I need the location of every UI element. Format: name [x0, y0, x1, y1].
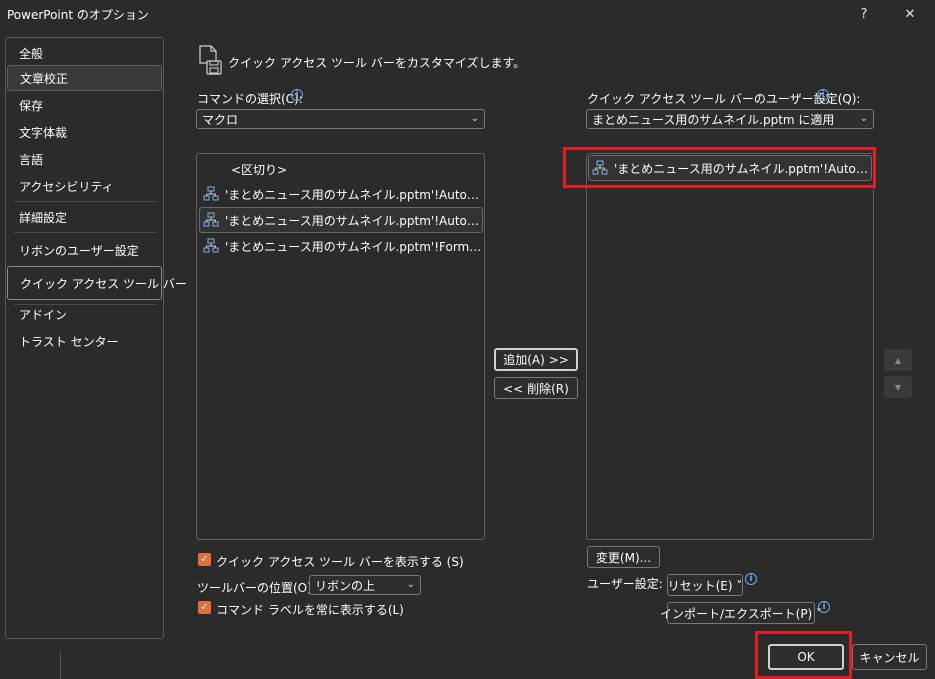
help-button[interactable]: ?	[847, 2, 881, 26]
qat-customize-icon	[199, 45, 222, 75]
user-settings-label: ユーザー設定:	[587, 577, 663, 591]
highlight-box	[755, 631, 852, 679]
show-toolbar-checkbox[interactable]: ✓	[198, 553, 211, 566]
cancel-button[interactable]: キャンセル	[852, 644, 927, 670]
list-item-label: 'まとめニュース用のサムネイル.pptm'!Form…	[225, 239, 482, 254]
list-item-label: 'まとめニュース用のサムネイル.pptm'!Auto…	[225, 187, 479, 202]
arrow-down-icon: ▼	[894, 382, 902, 392]
commands-list[interactable]: <区切り> 'まとめニュース用のサムネイル.pptm'!Auto… 'まとめニュ…	[196, 153, 485, 540]
highlight-box	[563, 147, 876, 188]
sidebar-item-trust-center[interactable]: トラスト センター	[7, 328, 162, 354]
sidebar-item-save[interactable]: 保存	[7, 92, 162, 118]
sidebar-item-customize-ribbon[interactable]: リボンのユーザー設定	[7, 237, 162, 263]
toolbar-position-label: ツールバーの位置(O)	[197, 581, 312, 595]
add-button[interactable]: 追加(A) >>	[494, 348, 578, 371]
customize-dropdown[interactable]: まとめニュース用のサムネイル.pptm に適用 ⌄	[586, 109, 874, 129]
info-icon[interactable]: i	[817, 89, 829, 101]
sidebar-item-language[interactable]: 言語	[7, 146, 162, 172]
sidebar-nav: 全般 文章校正 保存 文字体裁 言語 アクセシビリティ 詳細設定 リボンのユーザ…	[5, 37, 187, 639]
info-icon[interactable]: i	[745, 573, 757, 585]
list-item[interactable]: 'まとめニュース用のサムネイル.pptm'!Auto…	[199, 181, 483, 207]
sidebar-item-accessibility[interactable]: アクセシビリティ	[7, 173, 162, 199]
commands-dropdown-value: マクロ	[202, 112, 239, 127]
macro-icon	[203, 186, 219, 201]
remove-button[interactable]: << 削除(R)	[494, 377, 578, 399]
chevron-down-icon: ⌄	[470, 113, 479, 124]
commands-label: コマンドの選択(C):	[197, 92, 303, 106]
move-up-button[interactable]: ▲	[884, 349, 912, 371]
sidebar-item-general[interactable]: 全般	[7, 40, 162, 66]
always-show-labels-checkbox[interactable]: ✓	[198, 601, 211, 614]
macro-icon	[203, 212, 219, 227]
footer-divider	[60, 651, 61, 679]
close-button[interactable]: ✕	[893, 2, 927, 26]
list-item-label: 'まとめニュース用のサムネイル.pptm'!Auto…	[225, 213, 479, 228]
close-icon: ✕	[904, 6, 916, 22]
sidebar-item-addins[interactable]: アドイン	[7, 301, 162, 327]
check-icon: ✓	[200, 553, 209, 565]
chevron-down-icon: ⌄	[406, 579, 415, 590]
list-item[interactable]: 'まとめニュース用のサムネイル.pptm'!Form…	[199, 233, 483, 259]
macro-icon	[203, 238, 219, 253]
info-icon[interactable]: i	[818, 601, 830, 613]
show-toolbar-label: クイック アクセス ツール バーを表示する (S)	[216, 555, 464, 569]
import-export-button[interactable]: インポート/エクスポート(P) ˅	[660, 602, 822, 624]
info-icon[interactable]: i	[291, 89, 303, 101]
chevron-down-icon: ⌄	[859, 113, 868, 124]
toolbar-position-value: リボンの上	[315, 578, 376, 593]
commands-dropdown[interactable]: マクロ ⌄	[196, 109, 485, 129]
sidebar-divider	[14, 232, 157, 233]
sidebar-item-quick-access-toolbar[interactable]: クイック アクセス ツール バー	[7, 266, 187, 300]
list-item-separator[interactable]: <区切り>	[231, 156, 481, 182]
window-title: PowerPoint のオプション	[7, 8, 149, 22]
sidebar-item-advanced[interactable]: 詳細設定	[7, 204, 162, 230]
customize-list[interactable]: 'まとめニュース用のサムネイル.pptm'!Auto…	[586, 153, 874, 540]
sidebar-item-typography[interactable]: 文字体裁	[7, 119, 162, 145]
check-icon: ✓	[200, 601, 209, 613]
sidebar-divider	[14, 201, 157, 202]
sidebar-item-proofing[interactable]: 文章校正	[7, 65, 162, 91]
move-down-button[interactable]: ▼	[884, 376, 912, 398]
modify-button[interactable]: 変更(M)...	[587, 546, 660, 568]
arrow-up-icon: ▲	[894, 355, 902, 365]
list-item-selected[interactable]: 'まとめニュース用のサムネイル.pptm'!Auto…	[199, 207, 483, 233]
customize-dropdown-value: まとめニュース用のサムネイル.pptm に適用	[592, 112, 835, 127]
toolbar-position-dropdown[interactable]: リボンの上 ⌄	[309, 575, 421, 595]
always-show-labels-label: コマンド ラベルを常に表示する(L)	[216, 603, 404, 617]
page-heading: クイック アクセス ツール バーをカスタマイズします。	[228, 56, 526, 70]
reset-button[interactable]: リセット(E) ˅	[667, 574, 743, 596]
